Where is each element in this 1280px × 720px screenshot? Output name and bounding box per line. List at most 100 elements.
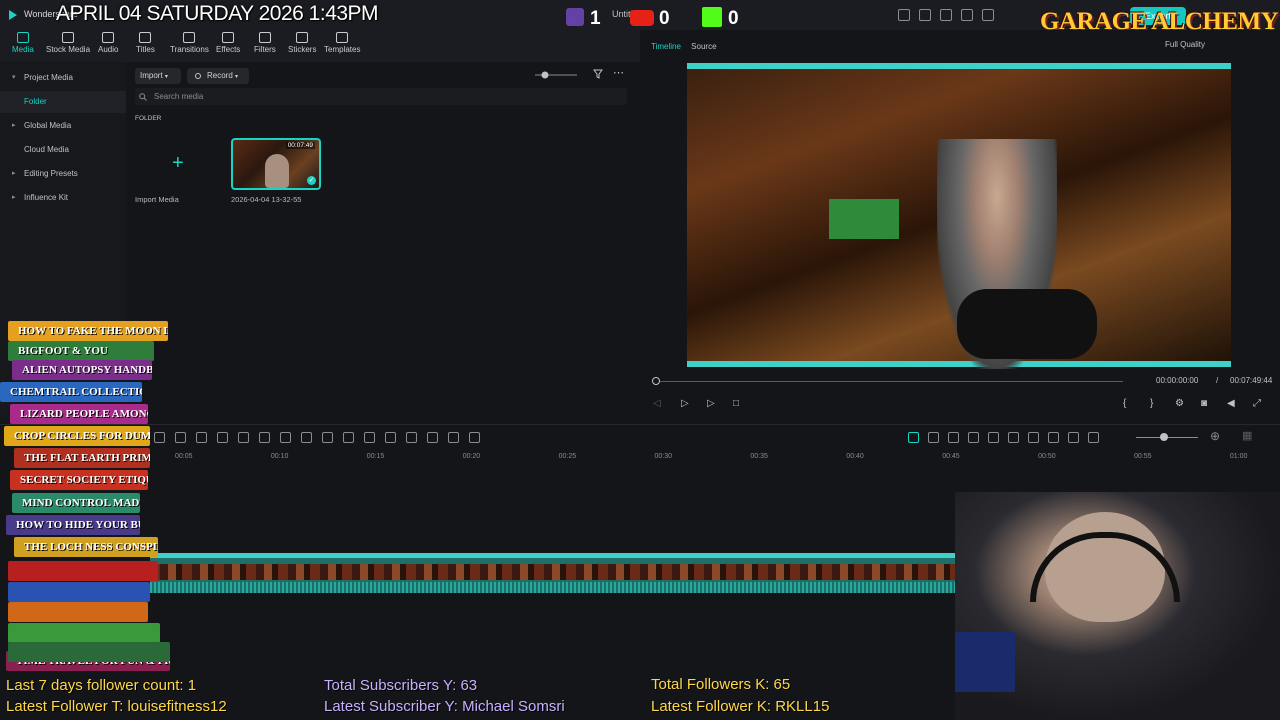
tab-titles[interactable]: Titles [136,32,155,60]
import-button[interactable]: Import ▾ [135,68,181,84]
play-step-icon[interactable]: ▷ [681,398,689,409]
tab-filters[interactable]: Filters [254,32,276,60]
ruler-tick-label: 00:35 [750,453,768,460]
book-spine: HOW TO FAKE THE MOON LANDING [8,321,168,341]
zoom-out-icon[interactable] [1088,432,1099,443]
caret-right-icon: ▸ [12,194,16,201]
video-preview[interactable] [687,63,1231,369]
gift-icon[interactable] [898,9,910,21]
marker-icon[interactable] [1008,432,1019,443]
tab-source[interactable]: Source [691,42,716,51]
caret-right-icon: ▸ [12,122,16,129]
book-spine-blank [8,582,150,602]
tab-audio[interactable]: Audio [98,32,118,60]
ripple-icon[interactable] [988,432,999,443]
clip-thumbnail[interactable]: 00:07:49 ✓ [231,138,321,190]
ai-tool-icon[interactable] [196,432,207,443]
stabilize-icon[interactable] [406,432,417,443]
timeline-ruler[interactable]: 00:05 00:10 00:15 00:20 00:25 00:30 00:35 00:40… [150,453,1270,467]
zoom-icon[interactable] [217,432,228,443]
book-spine: CHEMTRAIL COLLECTION GUIDE [0,382,142,402]
filters-icon [258,32,271,43]
ai-copilot-icon[interactable] [908,432,919,443]
settings-icon[interactable]: ⚙ [1175,398,1184,409]
sidebar-item-project-media[interactable]: ▾ Project Media [0,67,126,89]
timeline-tools [154,432,480,443]
headset-icon[interactable] [961,9,973,21]
import-media-tile[interactable]: + [135,138,223,190]
motion-track-icon[interactable] [364,432,375,443]
tab-label: Audio [98,45,119,54]
link-icon[interactable] [968,432,979,443]
quality-dropdown[interactable]: Full Quality [1165,40,1205,49]
send-icon[interactable] [919,9,931,21]
grid-icon[interactable]: ▦ [1242,429,1252,442]
tab-stock-media[interactable]: Stock Media [46,32,90,60]
sidebar-item-global-media[interactable]: ▸ Global Media [0,115,126,137]
total-followers-kick: Total Followers K: 65 [651,676,791,693]
tab-media[interactable]: Media [12,32,34,60]
monitor-screen [829,199,899,239]
mask-icon[interactable] [385,432,396,443]
book-spine: BIGFOOT & YOU [8,341,154,361]
book-spine: THE FLAT EARTH PRIMER [14,448,150,468]
tab-transitions[interactable]: Transitions [170,32,209,60]
chevron-down-icon: ▾ [235,74,239,80]
clip-person-figure [265,154,289,188]
scene-detect-icon[interactable] [1068,432,1079,443]
youtube-count: 0 [659,8,670,29]
audio-stretch-icon[interactable] [322,432,333,443]
latest-follower-twitch: Latest Follower T: louisefitness12 [6,698,227,715]
book-spine-blank [8,642,170,662]
total-subscribers-youtube: Total Subscribers Y: 63 [324,677,478,694]
sidebar-item-cloud-media[interactable]: Cloud Media [0,139,126,161]
snapshot-icon[interactable]: ◙ [1201,398,1207,409]
volume-icon[interactable]: ◀ [1227,398,1235,409]
scrub-handle[interactable] [652,377,660,385]
stock-media-icon [62,32,75,43]
mic-icon[interactable] [1028,432,1039,443]
stickers-icon [296,32,309,43]
clip-duration: 00:07:49 [285,142,315,149]
thumbnail-size-slider[interactable] [535,70,577,80]
play-icon[interactable]: ▷ [707,398,715,409]
download-icon[interactable] [982,9,994,21]
display-icon[interactable] [940,9,952,21]
sidebar-item-influence-kit[interactable]: ▸ Influence Kit [0,187,126,209]
fullscreen-icon[interactable]: ⤢ [1253,398,1261,409]
render-icon[interactable] [928,432,939,443]
tab-templates[interactable]: Templates [324,32,360,60]
keyframe-icon[interactable] [259,432,270,443]
transform-icon[interactable] [427,432,438,443]
split-icon[interactable] [301,432,312,443]
color-match-icon[interactable] [343,432,354,443]
ruler-tick-label: 01:00 [1229,453,1248,460]
mark-out-icon[interactable]: } [1150,398,1153,409]
filter-icon[interactable] [593,69,603,79]
ruler-tick-label: 00:55 [1134,453,1152,460]
tab-effects[interactable]: Effects [216,32,240,60]
sidebar-item-folder[interactable]: Folder [0,91,126,113]
search-input[interactable]: Search media [135,88,627,105]
tab-timeline[interactable]: Timeline [651,42,681,51]
mark-in-icon[interactable]: { [1123,398,1126,409]
book-spine: SECRET SOCIETY ETIQUETTE [10,470,148,490]
adjust-icon[interactable] [280,432,291,443]
webcam-overlay [955,492,1280,720]
speed-icon[interactable] [238,432,249,443]
prev-frame-icon[interactable]: ◁ [653,398,661,409]
book-spine: CROP CIRCLES FOR DUMMIES [4,426,150,446]
duration-icon[interactable] [448,432,459,443]
stop-icon[interactable]: □ [733,398,739,409]
more-options-icon[interactable]: ⋯ [613,66,624,79]
player-tabs: Timeline Source [651,42,717,51]
audio-mixer-icon[interactable] [1048,432,1059,443]
zoom-in-icon[interactable]: ⊕ [1210,429,1220,443]
scrub-bar[interactable] [656,381,1123,382]
sidebar-item-editing-presets[interactable]: ▸ Editing Presets [0,163,126,185]
snap-icon[interactable] [948,432,959,443]
tab-stickers[interactable]: Stickers [288,32,316,60]
layout-icon[interactable] [469,432,480,443]
timeline-zoom-handle[interactable] [1160,433,1168,441]
record-button[interactable]: Record ▾ [187,68,249,84]
